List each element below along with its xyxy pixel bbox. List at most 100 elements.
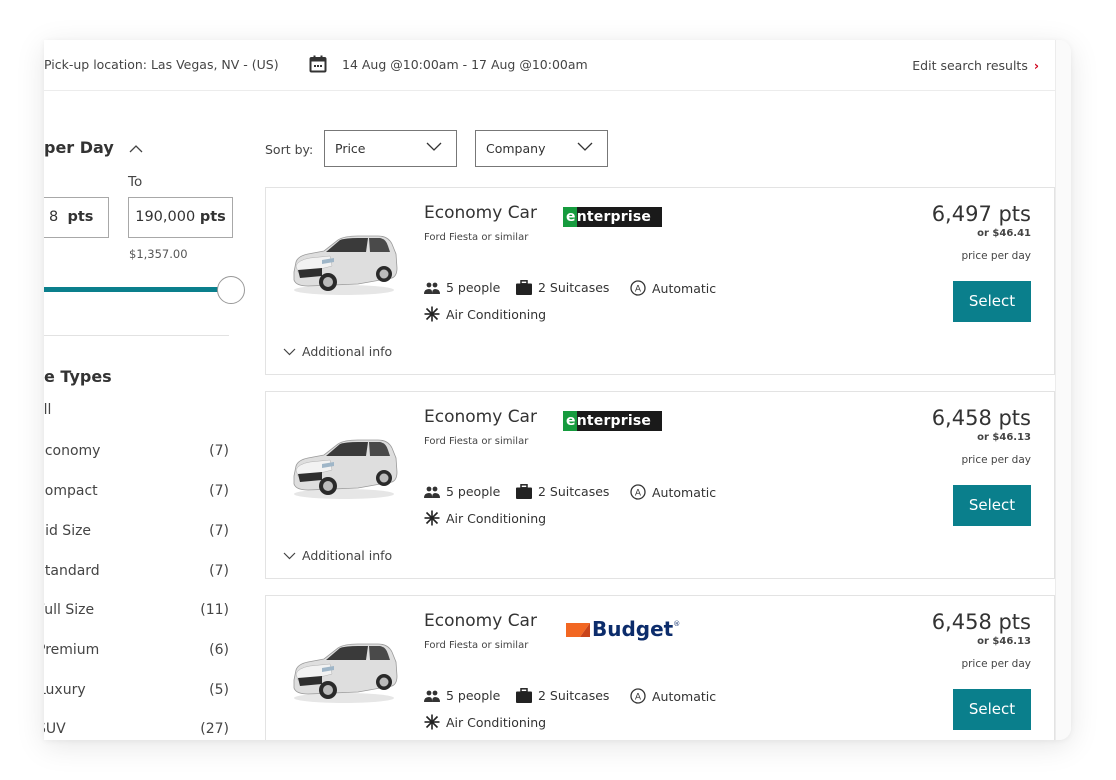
chevron-down-icon: [283, 552, 296, 560]
vehicle-type-all[interactable]: All: [44, 402, 229, 426]
feature-label: Air Conditioning: [446, 307, 547, 322]
chevron-down-icon: [283, 348, 296, 356]
price-to-value: 190,000: [135, 209, 196, 225]
vehicle-type-count: (7): [209, 443, 229, 459]
price-from-input[interactable]: 8 pts: [44, 197, 109, 238]
vehicle-type-label: Premium: [44, 642, 100, 658]
feature-label: Automatic: [652, 689, 717, 704]
chevron-up-icon[interactable]: [129, 144, 143, 153]
vehicle-type-count: (7): [209, 483, 229, 499]
feature-label: Air Conditioning: [446, 511, 547, 526]
vehicle-type-standard[interactable]: Standard (7): [44, 563, 229, 587]
feature-suitcases: 2 Suitcases: [516, 280, 609, 295]
logo-e: e: [563, 411, 577, 431]
automatic-transmission-icon: A: [630, 280, 646, 296]
feature-people: 5 people: [424, 280, 500, 295]
budget-flag-icon: [566, 623, 590, 637]
price-range-slider-track[interactable]: [44, 287, 224, 292]
price-to-input[interactable]: 190,000 pts: [128, 197, 233, 238]
price-dollars: or $46.13: [977, 432, 1031, 443]
vehicle-type-count: (11): [200, 602, 229, 618]
sort-price-select[interactable]: Price: [324, 130, 457, 167]
chevron-down-icon: [426, 142, 442, 151]
snowflake-icon: [424, 510, 440, 526]
vehicle-type-count: (27): [200, 721, 229, 737]
price-per-day-heading[interactable]: per Day: [44, 138, 143, 157]
search-summary-bar: Pick-up location: Las Vegas, NV - (US) 1…: [44, 40, 1055, 91]
vehicle-type-count: (5): [209, 682, 229, 698]
vehicle-type-mid-size[interactable]: Mid Size (7): [44, 523, 229, 547]
filter-sidebar: per Day To 8 pts 190,000 pts $1,357.00 e…: [44, 91, 245, 740]
suitcase-icon: [516, 484, 532, 499]
suitcase-icon: [516, 688, 532, 703]
edit-search-results-link[interactable]: Edit search results ›: [912, 58, 1039, 73]
chevron-right-icon: ›: [1033, 58, 1039, 73]
suitcase-icon: [516, 280, 532, 295]
vehicle-type-premium[interactable]: Premium (6): [44, 642, 229, 666]
app-window: Pick-up location: Las Vegas, NV - (US) 1…: [44, 40, 1071, 740]
price-points: 6,497 pts: [931, 202, 1031, 226]
feature-transmission: A Automatic: [630, 484, 716, 500]
logo-e: e: [563, 207, 577, 227]
feature-label: 2 Suitcases: [538, 484, 610, 499]
price-to-unit: pts: [199, 209, 226, 225]
price-per-day-note: price per day: [961, 250, 1031, 262]
car-model-subtitle: Ford Fiesta or similar: [424, 436, 529, 447]
price-from-unit: pts: [67, 209, 94, 225]
vehicle-type-label: Full Size: [44, 602, 95, 618]
additional-info-label: Additional info: [302, 548, 393, 563]
car-model-subtitle: Ford Fiesta or similar: [424, 640, 529, 651]
logo-text: nterprise: [576, 209, 652, 225]
feature-label: 2 Suitcases: [538, 280, 610, 295]
feature-people: 5 people: [424, 484, 500, 499]
feature-air-conditioning: Air Conditioning: [424, 714, 546, 730]
price-per-day-title: per Day: [44, 138, 114, 157]
pickup-location: Pick-up location: Las Vegas, NV - (US): [44, 57, 279, 72]
feature-transmission: A Automatic: [630, 280, 716, 296]
vehicle-type-label: Standard: [44, 563, 100, 579]
feature-label: Automatic: [652, 281, 717, 296]
feature-label: 5 people: [446, 280, 501, 295]
feature-label: 5 people: [446, 484, 501, 499]
people-icon: [424, 282, 440, 294]
edit-search-label: Edit search results: [912, 58, 1028, 73]
vehicle-type-count: (7): [209, 563, 229, 579]
feature-suitcases: 2 Suitcases: [516, 484, 609, 499]
vehicle-type-label: Mid Size: [44, 523, 92, 539]
people-icon: [424, 486, 440, 498]
price-points: 6,458 pts: [931, 610, 1031, 634]
feature-suitcases: 2 Suitcases: [516, 688, 609, 703]
vehicle-type-economy[interactable]: Economy (7): [44, 443, 229, 467]
enterprise-logo: enterprise: [563, 207, 662, 227]
additional-info-toggle[interactable]: Additional info: [283, 548, 392, 563]
vehicle-type-label: SUV: [44, 721, 66, 737]
vehicle-type-luxury[interactable]: Luxury (5): [44, 682, 229, 706]
select-button[interactable]: Select: [953, 281, 1031, 322]
price-range-slider-handle[interactable]: [217, 276, 245, 304]
additional-info-toggle[interactable]: Additional info: [283, 344, 392, 359]
people-icon: [424, 690, 440, 702]
select-button[interactable]: Select: [953, 485, 1031, 526]
feature-label: 5 people: [446, 688, 501, 703]
vehicle-type-suv[interactable]: SUV (27): [44, 721, 229, 740]
price-points: 6,458 pts: [931, 406, 1031, 430]
budget-logo: Budget®: [566, 612, 680, 641]
sidebar-divider: [44, 335, 229, 336]
snowflake-icon: [424, 306, 440, 322]
snowflake-icon: [424, 714, 440, 730]
sort-company-select[interactable]: Company: [475, 130, 608, 167]
vehicle-type-label: Luxury: [44, 682, 86, 698]
scrollbar-gutter[interactable]: [1055, 40, 1071, 740]
sort-price-value: Price: [335, 141, 366, 156]
car-model-subtitle: Ford Fiesta or similar: [424, 232, 529, 243]
car-result-card: Economy Car enterprise Ford Fiesta or simi…: [265, 391, 1055, 579]
car-result-card: Economy Car enterprise Ford Fiesta or simi…: [265, 187, 1055, 375]
vehicle-type-compact[interactable]: Compact (7): [44, 483, 229, 507]
vehicle-type-label: Economy: [44, 443, 101, 459]
select-button[interactable]: Select: [953, 689, 1031, 730]
vehicle-types-heading: e Types: [44, 367, 112, 386]
car-class-title: Economy Car: [424, 611, 537, 631]
vehicle-type-label: All: [44, 402, 52, 418]
vehicle-type-count: (6): [209, 642, 229, 658]
vehicle-type-full-size[interactable]: Full Size (11): [44, 602, 229, 626]
